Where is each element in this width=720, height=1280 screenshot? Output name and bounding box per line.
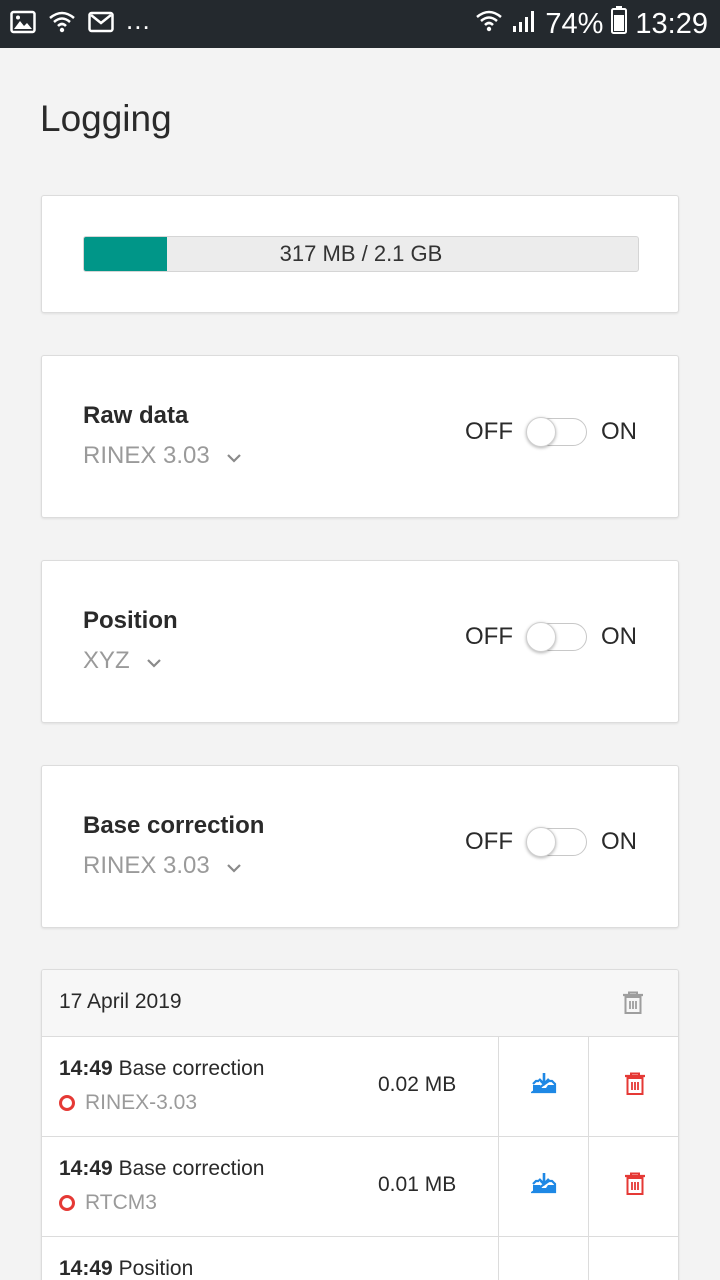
toggle-knob	[526, 827, 556, 857]
base-correction-toggle[interactable]	[526, 827, 587, 857]
page-title: Logging	[40, 98, 172, 139]
file-time: 14:49	[59, 1257, 113, 1280]
battery-icon	[611, 6, 628, 42]
raw-data-toggle[interactable]	[526, 417, 587, 447]
position-toggle[interactable]	[526, 622, 587, 652]
file-format-label: RTCM3	[85, 1191, 157, 1214]
signal-icon	[511, 8, 537, 41]
raw-data-card: Raw data RINEX 3.03 OFF ON	[41, 355, 679, 518]
raw-data-toggle-group: OFF ON	[465, 417, 637, 447]
base-correction-format-value: RINEX 3.03	[83, 852, 210, 879]
toggle-knob	[526, 417, 556, 447]
raw-data-format-dropdown[interactable]: RINEX 3.03	[83, 442, 242, 470]
file-name: Position	[118, 1257, 194, 1280]
trash-icon	[624, 1072, 646, 1101]
position-off-label: OFF	[465, 623, 513, 650]
toggle-knob	[526, 622, 556, 652]
delete-button[interactable]	[588, 1237, 678, 1280]
position-title: Position	[83, 607, 178, 634]
log-files-date: 17 April 2019	[59, 990, 182, 1013]
file-row: 14:49 Position	[42, 1237, 678, 1280]
download-icon	[528, 1172, 557, 1201]
position-on-label: ON	[601, 623, 637, 650]
battery-percent: 74%	[545, 7, 604, 40]
storage-usage-label: 317 MB / 2.1 GB	[279, 241, 443, 266]
image-icon	[10, 10, 36, 39]
download-button[interactable]	[498, 1137, 588, 1236]
trash-icon	[624, 1172, 646, 1201]
position-card: Position XYZ OFF ON	[41, 560, 679, 723]
delete-all-icon[interactable]	[622, 991, 644, 1020]
clock: 13:29	[635, 7, 708, 40]
file-size: 0.01 MB	[378, 1173, 457, 1196]
storage-card: 317 MB / 2.1 GB	[41, 195, 679, 313]
file-format: RTCM3	[59, 1191, 157, 1215]
log-files-card: 17 April 2019 14:49 Base correction RINE…	[41, 969, 679, 1280]
position-format-dropdown[interactable]: XYZ	[83, 647, 162, 675]
file-row: 14:49 Base correction RINEX-3.03 0.02 MB	[42, 1037, 678, 1137]
base-correction-card: Base correction RINEX 3.03 OFF ON	[41, 765, 679, 928]
base-correction-on-label: ON	[601, 828, 637, 855]
record-status-icon	[59, 1195, 75, 1211]
log-files-header: 17 April 2019	[42, 970, 678, 1037]
file-format-label: RINEX-3.03	[85, 1091, 198, 1114]
file-title: 14:49 Position	[59, 1257, 193, 1280]
file-title: 14:49 Base correction	[59, 1157, 264, 1181]
download-button[interactable]	[498, 1237, 588, 1280]
raw-data-format-value: RINEX 3.03	[83, 442, 210, 469]
more-notifications: ...	[126, 5, 151, 35]
raw-data-off-label: OFF	[465, 418, 513, 445]
mail-icon	[88, 11, 114, 38]
status-bar: ... 74% 13:29	[0, 0, 720, 48]
file-title: 14:49 Base correction	[59, 1057, 264, 1081]
storage-progress-bar: 317 MB / 2.1 GB	[83, 236, 639, 272]
delete-button[interactable]	[588, 1037, 678, 1136]
position-toggle-group: OFF ON	[465, 622, 637, 652]
chevron-down-icon	[226, 852, 242, 880]
file-time: 14:49	[59, 1157, 113, 1180]
base-correction-format-dropdown[interactable]: RINEX 3.03	[83, 852, 242, 880]
file-name: Base correction	[118, 1157, 265, 1180]
file-size: 0.02 MB	[378, 1073, 457, 1096]
file-time: 14:49	[59, 1057, 113, 1080]
wifi-icon	[475, 8, 503, 41]
base-correction-off-label: OFF	[465, 828, 513, 855]
file-row: 14:49 Base correction RTCM3 0.01 MB	[42, 1137, 678, 1237]
chevron-down-icon	[146, 647, 162, 675]
file-name: Base correction	[118, 1057, 265, 1080]
base-correction-title: Base correction	[83, 812, 265, 839]
file-format: RINEX-3.03	[59, 1091, 197, 1115]
delete-button[interactable]	[588, 1137, 678, 1236]
record-status-icon	[59, 1095, 75, 1111]
chevron-down-icon	[226, 442, 242, 470]
wifi-icon	[48, 10, 76, 39]
position-format-value: XYZ	[83, 647, 130, 674]
base-correction-toggle-group: OFF ON	[465, 827, 637, 857]
raw-data-on-label: ON	[601, 418, 637, 445]
raw-data-title: Raw data	[83, 402, 189, 429]
download-button[interactable]	[498, 1037, 588, 1136]
download-icon	[528, 1072, 557, 1101]
